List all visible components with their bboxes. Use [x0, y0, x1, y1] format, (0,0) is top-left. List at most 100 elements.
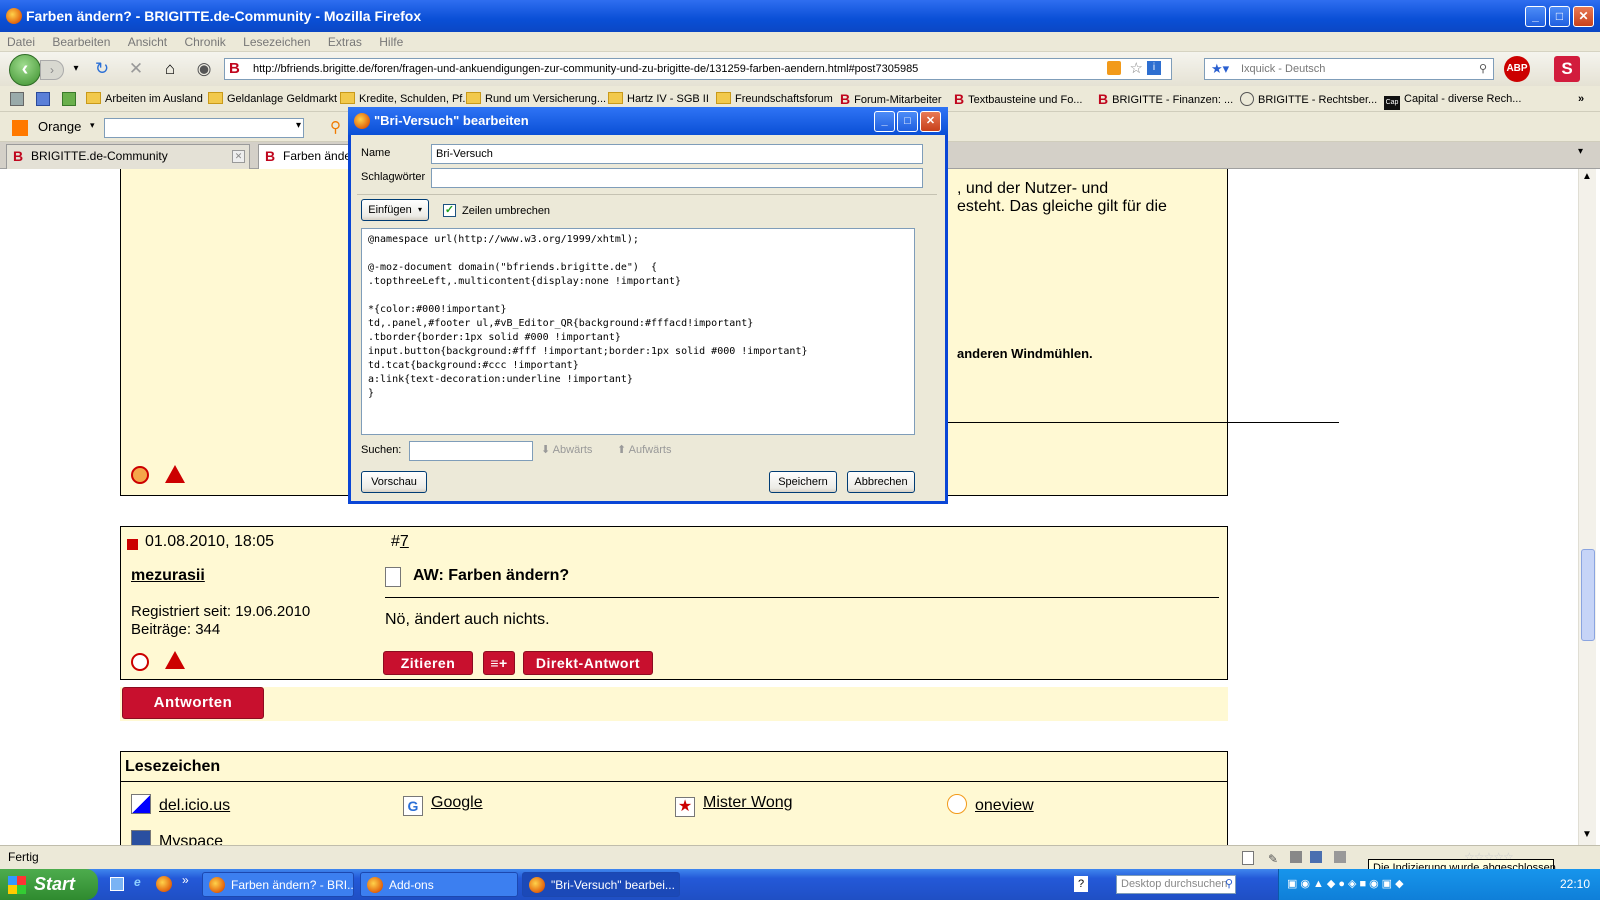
orange-search-icon[interactable]: ⚲	[330, 118, 341, 136]
orange-search-combo[interactable]: ▾	[104, 118, 304, 138]
post-username[interactable]: mezurasii	[131, 567, 205, 585]
menu-bearbeiten[interactable]: Bearbeiten	[45, 32, 117, 52]
vertical-scrollbar[interactable]: ▲ ▼	[1578, 169, 1596, 845]
google-link[interactable]: G Google	[403, 794, 483, 816]
scroll-down-icon[interactable]: ▼	[1582, 829, 1592, 840]
search-down-button[interactable]: ⬇ Abwärts	[541, 443, 592, 456]
network-icon[interactable]	[1290, 851, 1302, 863]
quicklaunch-more-icon[interactable]: »	[182, 873, 189, 887]
dialog-close-button[interactable]: ✕	[920, 111, 941, 132]
back-button[interactable]: ‹	[9, 54, 41, 86]
speech-bubble-icon[interactable]: ◉	[192, 58, 216, 80]
quicklaunch-desktop-icon[interactable]	[110, 877, 124, 891]
bookmark-brigitte-rechtsber[interactable]: BRIGITTE - Rechtsber...	[1240, 92, 1377, 107]
search-icon[interactable]: ⚲	[1225, 876, 1233, 893]
maximize-button[interactable]: □	[1549, 6, 1570, 27]
report-warning-icon[interactable]	[165, 465, 185, 483]
bookmark-arbeiten-im-ausland[interactable]: Arbeiten im Ausland	[86, 92, 203, 106]
bookmark-hartz-iv[interactable]: Hartz IV - SGB II	[608, 92, 709, 106]
close-button[interactable]: ✕	[1573, 6, 1594, 27]
task-firefox-farben[interactable]: Farben ändern? - BRI...	[202, 872, 354, 897]
report-warning-icon[interactable]	[165, 651, 185, 669]
wrap-lines-checkbox[interactable]: ✓	[443, 204, 456, 217]
start-button[interactable]: Start	[0, 869, 98, 900]
keywords-field[interactable]	[431, 168, 923, 188]
bookmark-forum-mitarbeiter[interactable]: B Forum-Mitarbeiter	[840, 92, 942, 107]
quicklaunch-firefox-icon[interactable]	[156, 876, 172, 892]
orange-label[interactable]: Orange	[38, 119, 81, 134]
pencil-icon[interactable]: ✎	[1268, 848, 1278, 870]
search-field[interactable]: ★▾ Ixquick - Deutsch ⚲	[1204, 58, 1494, 80]
minimize-button[interactable]: _	[1525, 6, 1546, 27]
scroll-up-icon[interactable]: ▲	[1582, 171, 1592, 182]
orange-dropdown-icon[interactable]: ▾	[90, 120, 95, 131]
tab-close-icon[interactable]: ✕	[232, 150, 245, 163]
download-icon[interactable]	[62, 92, 76, 106]
menu-ansicht[interactable]: Ansicht	[121, 32, 174, 52]
save-button[interactable]: Speichern	[769, 471, 837, 493]
window-titlebar[interactable]: Farben ändern? - BRIGITTE.de-Community -…	[0, 0, 1600, 32]
tab-list-icon[interactable]: ▾	[1578, 146, 1583, 157]
css-code-editor[interactable]: @namespace url(http://www.w3.org/1999/xh…	[361, 228, 915, 435]
bookmark-freundschaftsforum[interactable]: Freundschaftsforum	[716, 92, 833, 106]
bookmark-kredite[interactable]: Kredite, Schulden, Pf...	[340, 92, 472, 106]
forward-button[interactable]: ›	[40, 60, 64, 80]
menu-chronik[interactable]: Chronik	[177, 32, 232, 52]
reload-icon[interactable]: ↻	[90, 58, 114, 80]
bookmark-icon[interactable]	[36, 92, 50, 106]
rss-icon[interactable]	[1107, 61, 1121, 75]
bookmark-textbausteine[interactable]: B Textbausteine und Fo...	[954, 92, 1082, 107]
cancel-button[interactable]: Abbrechen	[847, 471, 915, 493]
addon-s-icon[interactable]: S	[1554, 56, 1580, 82]
task-bri-versuch[interactable]: "Bri-Versuch" bearbei...	[522, 872, 680, 897]
menu-datei[interactable]: Datei	[0, 32, 42, 52]
misterwong-link[interactable]: ★ Mister Wong	[675, 794, 793, 817]
bookmark-geldanlage[interactable]: Geldanlage Geldmarkt	[208, 92, 337, 106]
oneview-link[interactable]: oneview	[947, 794, 1034, 815]
task-addons[interactable]: Add-ons	[360, 872, 518, 897]
stop-icon[interactable]: ✕	[124, 58, 148, 80]
menu-hilfe[interactable]: Hilfe	[372, 32, 410, 52]
insert-button[interactable]: Einfügen ▾	[361, 199, 429, 221]
bookmark-versicherung[interactable]: Rund um Versicherung...	[466, 92, 606, 106]
dialog-minimize-button[interactable]: _	[874, 111, 895, 132]
menu-lesezeichen[interactable]: Lesezeichen	[236, 32, 317, 52]
post-permalink[interactable]: 7	[400, 533, 409, 550]
print-status-icon[interactable]	[1334, 851, 1346, 863]
dialog-search-field[interactable]	[409, 441, 533, 461]
scrollbar-thumb[interactable]	[1581, 549, 1595, 641]
bookmark-star-icon[interactable]: ☆	[1130, 59, 1143, 79]
menu-extras[interactable]: Extras	[321, 32, 369, 52]
direct-reply-button[interactable]: Direkt-Antwort	[523, 651, 653, 675]
adblock-icon[interactable]: ABP	[1504, 56, 1530, 82]
more-bookmarks-chevron-icon[interactable]: »	[1578, 92, 1584, 106]
quote-button[interactable]: Zitieren	[383, 651, 473, 675]
print-icon[interactable]	[10, 92, 24, 106]
quicklaunch-ie-icon[interactable]: e	[134, 875, 141, 889]
bookmark-brigitte-finanzen[interactable]: B BRIGITTE - Finanzen: ...	[1098, 92, 1233, 107]
tray-icons[interactable]: ▣◉▲◆●◈■◉▣◆	[1287, 877, 1407, 890]
multiquote-icon[interactable]: ≡+	[483, 651, 515, 675]
info-icon[interactable]: i	[1147, 61, 1161, 75]
bookmark-capital[interactable]: Cap Capital - diverse Rech...	[1384, 92, 1521, 110]
search-up-button[interactable]: ⬆ Aufwärts	[617, 443, 671, 456]
home-icon[interactable]: ⌂	[158, 58, 182, 80]
url-bar[interactable]: B http://bfriends.brigitte.de/foren/frag…	[224, 58, 1172, 80]
save-disk-icon[interactable]	[1310, 851, 1322, 863]
history-dropdown-icon[interactable]: ▾	[64, 58, 88, 80]
tab-brigitte-community[interactable]: B BRIGITTE.de-Community ✕	[6, 144, 250, 169]
page-icon[interactable]	[1242, 851, 1254, 865]
search-engine-icon[interactable]: ★▾	[1211, 59, 1229, 79]
capital-icon: Cap	[1384, 96, 1400, 110]
desktop-search-field[interactable]: Desktop durchsuchen ⚲	[1116, 875, 1236, 894]
preview-button[interactable]: Vorschau	[361, 471, 427, 493]
help-icon[interactable]: ?	[1074, 876, 1088, 892]
delicious-link[interactable]: del.icio.us	[131, 794, 230, 815]
reply-button[interactable]: Antworten	[122, 687, 264, 719]
dialog-maximize-button[interactable]: □	[897, 111, 918, 132]
search-icon[interactable]: ⚲	[1479, 59, 1487, 79]
myspace-link[interactable]: Myspace	[131, 830, 223, 845]
name-field[interactable]: Bri-Versuch	[431, 144, 923, 164]
dialog-titlebar[interactable]: "Bri-Versuch" bearbeiten _ □ ✕	[348, 107, 948, 135]
chevron-down-icon[interactable]: ▾	[296, 120, 301, 131]
